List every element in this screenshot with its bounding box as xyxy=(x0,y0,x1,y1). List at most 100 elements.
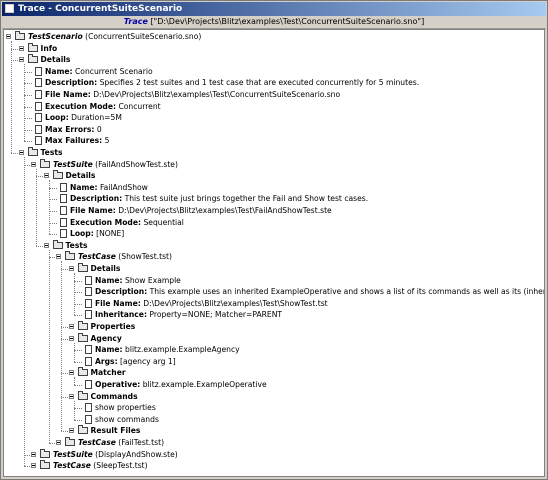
tree-leaf[interactable]: Name: Concurrent Scenario xyxy=(31,66,153,78)
expand-toggle-icon[interactable] xyxy=(56,254,61,260)
tree-leaf[interactable]: Name: blitz.example.ExampleAgency xyxy=(81,344,240,356)
tree-leaf[interactable]: Description: This test suite just brings… xyxy=(56,193,368,205)
node-value: This test suite just brings together the… xyxy=(122,194,369,204)
node-value: show properties xyxy=(95,403,156,413)
tree-node[interactable]: Details xyxy=(68,263,121,275)
node-value: FailAndShow xyxy=(97,182,148,192)
node-value: Concurrent Scenario xyxy=(72,66,153,76)
document-icon xyxy=(85,380,92,389)
tree-node[interactable]: Properties xyxy=(68,321,136,333)
node-value: Duration=5M xyxy=(68,113,122,123)
node-label: Properties xyxy=(90,322,136,331)
folder-icon xyxy=(77,425,88,435)
tree-leaf[interactable]: Loop: [NONE] xyxy=(56,228,124,240)
tree-connector xyxy=(23,157,25,467)
tree-leaf[interactable]: Description: This example uses an inheri… xyxy=(81,286,544,298)
tree-node[interactable]: Tests xyxy=(18,147,63,159)
tree-node[interactable]: Commands xyxy=(68,390,138,403)
node-label: Max Errors: xyxy=(45,124,95,134)
document-icon xyxy=(35,78,42,88)
tree-node[interactable]: Details xyxy=(43,170,95,182)
folder-icon xyxy=(15,31,25,40)
tree-node[interactable]: Info xyxy=(18,42,57,55)
node-label: Result Files xyxy=(90,426,141,436)
node-value: (ConcurrentSuiteScenario.sno) xyxy=(82,32,202,41)
expand-toggle-icon[interactable] xyxy=(56,440,61,445)
node-value: blitz.example.ExampleAgency xyxy=(122,345,240,355)
node-value: Specifies 2 test suites and 1 test case … xyxy=(97,78,420,88)
node-label: Details xyxy=(90,264,121,273)
tree-leaf[interactable]: Loop: Duration=5M xyxy=(31,112,122,124)
expand-toggle-icon[interactable] xyxy=(68,428,74,434)
node-label: TestCase xyxy=(78,438,116,447)
node-value: 5 xyxy=(102,136,110,146)
tree-leaf[interactable]: show commands xyxy=(81,414,159,426)
tree-connector xyxy=(73,273,75,316)
node-label: Name: xyxy=(45,66,73,76)
tree-node[interactable]: Agency xyxy=(68,332,122,345)
title-bar[interactable]: Trace - ConcurrentSuiteScenario xyxy=(2,2,546,16)
expand-toggle-icon[interactable] xyxy=(6,34,11,39)
trace-header-label: Trace xyxy=(123,17,148,26)
tree-leaf[interactable]: File Name: D:\Dev\Projects\Blitz\example… xyxy=(56,205,332,217)
tree-leaf[interactable]: File Name: D:\Dev\Projects\Blitz\example… xyxy=(81,298,328,310)
tree-node[interactable]: TestCase (FailTest.tst) xyxy=(56,437,164,449)
tree-connector xyxy=(48,249,50,443)
tree-node[interactable]: TestSuite (FailAndShowTest.ste) xyxy=(31,158,178,171)
tree-node[interactable]: TestCase (ShowTest.tst) xyxy=(56,251,172,263)
expand-toggle-icon[interactable] xyxy=(68,393,74,399)
trace-tree[interactable]: TestScenario (ConcurrentSuiteScenario.sn… xyxy=(3,29,545,477)
expand-toggle-icon[interactable] xyxy=(31,463,36,469)
trace-header: Trace ["D:\Dev\Projects\Blitz\examples\T… xyxy=(2,16,546,29)
tree-leaf[interactable]: Execution Mode: Concurrent xyxy=(31,101,161,113)
node-value: show commands xyxy=(95,414,159,424)
tree-leaf[interactable]: Description: Specifies 2 test suites and… xyxy=(31,77,419,89)
tree-leaf[interactable]: Inheritance: Property=NONE; Matcher=PARE… xyxy=(81,309,282,321)
node-label: TestSuite xyxy=(53,449,93,459)
tree-node[interactable]: Result Files xyxy=(68,425,141,437)
tree-node[interactable]: Tests xyxy=(43,239,88,252)
document-icon xyxy=(85,414,92,424)
tree-connector xyxy=(11,41,12,153)
node-label: Details xyxy=(40,55,71,65)
tree-leaf[interactable]: Max Failures: 5 xyxy=(31,135,109,147)
document-icon xyxy=(60,217,67,227)
tree-connector xyxy=(73,400,75,420)
expand-toggle-icon[interactable] xyxy=(18,57,24,63)
tree-leaf[interactable]: File Name: D:\Dev\Projects\Blitz\example… xyxy=(31,89,340,101)
tree-leaf[interactable]: show properties xyxy=(81,402,156,414)
tree-node[interactable]: TestCase (SleepTest.tst) xyxy=(31,460,148,472)
node-label: Name: xyxy=(70,182,98,192)
tree-node[interactable]: TestSuite (DisplayAndShow.ste) xyxy=(31,448,178,461)
node-label: Args: xyxy=(95,356,118,366)
document-icon xyxy=(85,356,92,366)
node-value: D:\Dev\Projects\Blitz\examples\Test\Conc… xyxy=(90,90,341,99)
node-value: (FailAndShowTest.ste) xyxy=(92,159,178,169)
node-value: [agency arg 1] xyxy=(117,356,176,366)
folder-icon xyxy=(77,332,88,342)
expand-toggle-icon[interactable] xyxy=(68,324,74,329)
node-label: File Name: xyxy=(45,90,91,99)
tree-leaf[interactable]: Name: FailAndShow xyxy=(56,182,148,194)
tree-leaf[interactable]: Name: Show Example xyxy=(81,275,181,287)
tree-leaf[interactable]: Max Errors: 0 xyxy=(31,124,102,136)
expand-toggle-icon[interactable] xyxy=(18,45,24,51)
expand-toggle-icon[interactable] xyxy=(68,266,74,271)
expand-toggle-icon[interactable] xyxy=(68,370,74,376)
tree-leaf[interactable]: Args: [agency arg 1] xyxy=(81,356,176,368)
folder-icon xyxy=(77,390,88,400)
expand-toggle-icon[interactable] xyxy=(43,173,49,179)
tree-leaf[interactable]: Operative: blitz.example.ExampleOperativ… xyxy=(81,379,267,391)
node-label: Agency xyxy=(90,333,122,343)
expand-toggle-icon[interactable] xyxy=(68,335,74,341)
expand-toggle-icon[interactable] xyxy=(31,161,36,167)
expand-toggle-icon[interactable] xyxy=(31,451,36,457)
tree-node[interactable]: TestScenario (ConcurrentSuiteScenario.sn… xyxy=(6,31,201,43)
tree-leaf[interactable]: Execution Mode: Sequential xyxy=(56,217,184,229)
tree-node[interactable]: Matcher xyxy=(68,367,126,379)
tree-node[interactable]: Details xyxy=(18,54,71,66)
document-icon xyxy=(35,136,42,146)
expand-toggle-icon[interactable] xyxy=(18,150,24,155)
expand-toggle-icon[interactable] xyxy=(43,242,49,248)
window-title: Trace - ConcurrentSuiteScenario xyxy=(18,4,183,14)
